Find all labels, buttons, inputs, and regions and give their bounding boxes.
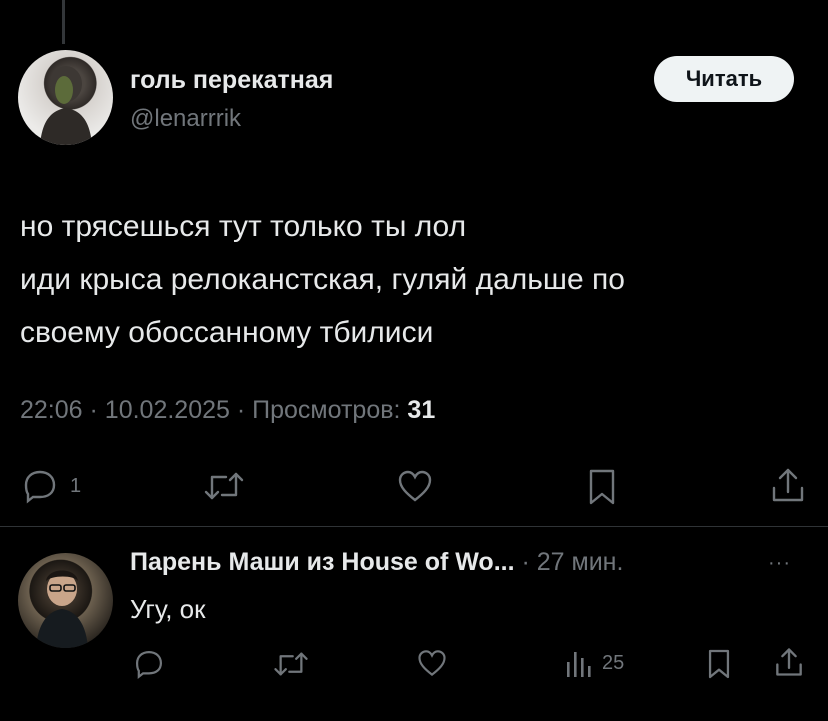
more-icon[interactable]: ··· bbox=[768, 552, 791, 575]
reply-text: Угу, ок bbox=[130, 594, 206, 624]
reply-header: Парень Маши из House of Wo... · 27 мин. bbox=[130, 548, 623, 577]
reply-like-button[interactable] bbox=[416, 648, 448, 678]
share-icon bbox=[772, 468, 804, 502]
meta-separator: · bbox=[89, 396, 98, 424]
reply-separator: · bbox=[521, 548, 530, 576]
tweet-metadata: 22:06 · 10.02.2025 · Просмотров: 31 bbox=[20, 396, 435, 425]
tweet-text-line: но трясешься тут только ты лол bbox=[20, 210, 467, 243]
reply-icon bbox=[24, 470, 56, 504]
retweet-icon bbox=[204, 472, 244, 500]
like-button[interactable] bbox=[396, 468, 434, 504]
thread-connector-line bbox=[62, 0, 65, 44]
share-icon bbox=[776, 648, 802, 676]
meta-separator: · bbox=[236, 396, 246, 424]
analytics-icon bbox=[567, 652, 591, 677]
reply-share-button[interactable] bbox=[774, 646, 804, 678]
tweet-text-line: иди крыса релоканстская, гуляй дальше по bbox=[20, 263, 625, 296]
author-avatar[interactable] bbox=[18, 50, 113, 145]
follow-button[interactable]: Читать bbox=[654, 56, 794, 102]
reply-time[interactable]: 27 мин. bbox=[537, 548, 624, 576]
reply-retweet-button[interactable] bbox=[272, 650, 310, 678]
retweet-icon bbox=[274, 652, 308, 676]
share-button[interactable] bbox=[770, 466, 806, 504]
reply-views-button[interactable]: 25 bbox=[566, 648, 624, 678]
views-label: Просмотров: bbox=[252, 396, 401, 424]
reply-count: 1 bbox=[70, 474, 82, 497]
heart-icon bbox=[418, 650, 446, 677]
reply-bookmark-button[interactable] bbox=[706, 648, 732, 680]
tweet-text-line: своему обоссанному тбилиси bbox=[20, 316, 434, 349]
bookmark-button[interactable] bbox=[586, 468, 618, 506]
bookmark-icon bbox=[589, 469, 615, 505]
reply-reply-button[interactable] bbox=[132, 648, 166, 680]
retweet-button[interactable] bbox=[202, 470, 246, 502]
tweet-time[interactable]: 22:06 bbox=[20, 396, 83, 424]
tweet-text: но трясешься тут только ты лол иди крыса… bbox=[20, 200, 800, 359]
reply-author-name[interactable]: Парень Маши из House of Wo... bbox=[130, 548, 515, 576]
reply-views-count: 25 bbox=[602, 651, 625, 674]
tweet-date[interactable]: 10.02.2025 bbox=[105, 396, 230, 424]
author-display-name[interactable]: голь перекатная bbox=[130, 66, 333, 95]
reply-icon bbox=[135, 650, 163, 680]
bookmark-icon bbox=[708, 649, 730, 679]
heart-icon bbox=[398, 470, 432, 502]
author-handle[interactable]: @lenarrrik bbox=[130, 105, 241, 133]
reply-author-avatar[interactable] bbox=[18, 553, 113, 648]
reply-button[interactable]: 1 bbox=[20, 468, 81, 504]
divider bbox=[0, 526, 828, 527]
views-count: 31 bbox=[407, 396, 436, 424]
